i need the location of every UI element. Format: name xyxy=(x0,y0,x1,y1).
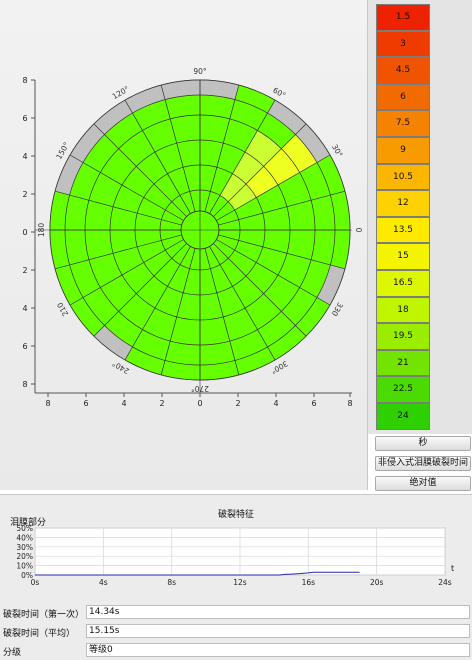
angle-label: 180 xyxy=(37,223,46,238)
color-scale-cell: 19.5 xyxy=(376,323,430,350)
rupture-x-tick-label: 4s xyxy=(99,578,108,587)
y-tick-label: 8 xyxy=(22,76,27,85)
x-tick-label: 4 xyxy=(273,399,278,408)
x-tick-label: 8 xyxy=(45,399,50,408)
angle-label: 270° xyxy=(191,384,209,393)
average-break-time-field[interactable]: 15.15s xyxy=(86,624,470,638)
y-tick-label: 2 xyxy=(22,266,27,275)
absolute-value-button[interactable]: 绝对值 xyxy=(375,476,471,491)
color-scale-cell: 3 xyxy=(376,30,430,58)
color-scale-cell: 15 xyxy=(376,243,430,270)
rupture-chart-title: 破裂特征 xyxy=(218,508,254,520)
rupture-x-tick-label: 24s xyxy=(438,578,452,587)
angle-label: 0 xyxy=(354,228,363,233)
angle-label: 30° xyxy=(330,143,345,159)
angle-label: 210 xyxy=(55,301,70,318)
rupture-y-tick-label: 30% xyxy=(16,543,33,552)
color-scale-cell: 1.5 xyxy=(376,4,430,31)
rupture-x-tick-label: 12s xyxy=(233,578,247,587)
color-scale-cell: 4.5 xyxy=(376,57,430,84)
color-scale-cell: 21 xyxy=(376,349,430,377)
x-tick-label: 6 xyxy=(83,399,88,408)
polar-plot: 8 6 4 2 0 2 4 6 8864202468 030°60°90°120°150°180… xyxy=(22,67,363,408)
color-scale-cell: 13.5 xyxy=(376,216,430,244)
angle-label: 90° xyxy=(193,67,207,76)
rupture-x-tick-label: 0s xyxy=(31,578,40,587)
x-tick-label: 8 xyxy=(347,399,352,408)
polar-plot-panel: 864202468864202468 0 30° 60° 90° 120° 150° 180… xyxy=(0,0,368,490)
x-tick-label: 6 xyxy=(311,399,316,408)
y-tick-label: 0 xyxy=(22,228,27,237)
y-tick-label: 8 xyxy=(22,380,27,389)
color-scale-cell: 18 xyxy=(376,296,430,324)
color-scale-panel: 1.5 3 4.5 6 7.5 9 10.5 12 13.5 15 16.5 18 19.5 21 22.5… xyxy=(368,0,472,434)
rupture-x-tick-label: 20s xyxy=(370,578,384,587)
first-break-time-field[interactable]: 14.34s xyxy=(86,605,470,619)
x-tick-label: 0 xyxy=(197,399,202,408)
rupture-y-tick-label: 50% xyxy=(16,524,33,533)
average-break-time-label: 破裂时间（平均） xyxy=(3,629,76,639)
rupture-x-tick-label: 8s xyxy=(167,578,176,587)
x-tick-label: 4 xyxy=(121,399,126,408)
rupture-y-tick-label: 20% xyxy=(16,552,33,561)
color-scale-cell: 10.5 xyxy=(376,163,430,191)
x-tick-label: 2 xyxy=(159,399,164,408)
y-tick-label: 4 xyxy=(22,152,27,161)
color-scale-cell: 16.5 xyxy=(376,270,430,297)
color-scale-cell: 6 xyxy=(376,83,430,111)
seconds-button[interactable]: 秒 xyxy=(375,436,471,451)
time-axis-letter: t xyxy=(451,564,454,573)
first-break-time-label: 破裂时间（第一次） xyxy=(3,610,85,620)
color-scale-cell: 9 xyxy=(376,137,430,164)
rupture-chart: 破裂特征 泪膜部分 50%40%30%20%10%0%0s 4s 8s 12s 16s 2… xyxy=(10,508,454,587)
non-invasive-tbut-button[interactable]: 非侵入式泪膜破裂时间 xyxy=(375,456,471,471)
rupture-y-tick-label: 40% xyxy=(16,533,33,542)
color-scale-cell: 7.5 xyxy=(376,110,430,137)
rupture-x-tick-label: 16s xyxy=(302,578,316,587)
color-scale-cell: 22.5 xyxy=(376,376,430,403)
rupture-panel: 破裂特征 泪膜部分 50% 40% 30% 20% 10% 0% 0s 4s 8s 12s 16s 2… xyxy=(0,494,472,660)
rupture-y-tick-label: 10% xyxy=(16,562,33,571)
angle-label: 330 xyxy=(330,301,345,318)
angle-label: 60° xyxy=(271,86,287,101)
y-tick-label: 6 xyxy=(22,114,27,123)
y-tick-label: 6 xyxy=(22,342,27,351)
grade-field[interactable]: 等级0 xyxy=(86,643,470,657)
color-scale-cell: 12 xyxy=(376,190,430,217)
grade-label: 分级 xyxy=(3,648,22,658)
y-tick-label: 2 xyxy=(22,190,27,199)
color-scale-cell: 24 xyxy=(376,403,430,430)
y-tick-label: 4 xyxy=(22,304,27,313)
x-tick-label: 2 xyxy=(235,399,240,408)
